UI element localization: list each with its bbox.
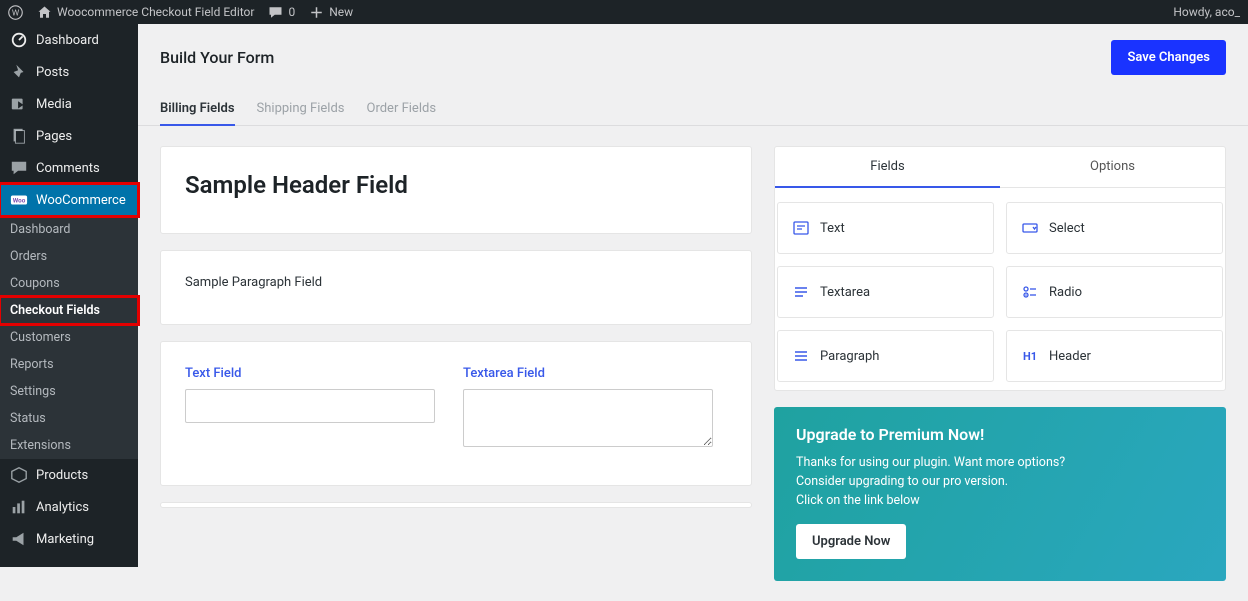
sidebar-item-label: Media [36,97,72,112]
dashboard-icon [10,31,28,49]
promo-line2: Consider upgrading to our pro version. [796,473,1204,492]
text-icon [792,219,810,237]
builder-field-empty[interactable] [160,502,752,508]
tab-billing-fields[interactable]: Billing Fields [160,93,235,126]
promo-line3: Click on the link below [796,492,1204,511]
field-type-label: Select [1049,221,1085,236]
site-title: Woocommerce Checkout Field Editor [57,5,254,19]
tab-order-fields[interactable]: Order Fields [367,93,437,125]
builder-field-header[interactable]: Sample Header Field [160,146,752,234]
home-icon [37,5,52,20]
pin-icon [10,63,28,81]
sidebar-subitem-extensions[interactable]: Extensions [0,432,138,459]
textarea-field-input[interactable] [463,389,713,447]
panel-tab-fields[interactable]: Fields [775,147,1000,188]
plus-icon [309,5,324,20]
sidebar-item-marketing[interactable]: Marketing [0,523,138,555]
sidebar-subitem-reports[interactable]: Reports [0,351,138,378]
sidebar-item-woocommerce[interactable]: Woo WooCommerce [0,184,138,216]
sidebar-subitem-checkout-fields[interactable]: Checkout Fields [0,297,138,324]
sidebar-subitem-orders[interactable]: Orders [0,243,138,270]
select-icon [1021,219,1039,237]
sidebar-item-label: Pages [36,129,72,144]
paragraph-icon [792,347,810,365]
marketing-icon [10,530,28,548]
sidebar-item-label: WooCommerce [36,193,126,208]
upgrade-now-button[interactable]: Upgrade Now [796,524,906,559]
svg-text:W: W [12,8,20,18]
wp-logo-icon[interactable]: W [8,5,23,20]
field-type-label: Radio [1049,285,1082,300]
field-type-label: Text [820,221,845,236]
sidebar-subitem-dashboard[interactable]: Dashboard [0,216,138,243]
builder-field-paragraph[interactable]: Sample Paragraph Field [160,250,752,325]
field-type-label: Header [1049,349,1091,364]
media-icon [10,95,28,113]
comment-icon [268,5,283,20]
comments-count: 0 [288,5,295,19]
sidebar-item-label: Posts [36,65,69,80]
panel-tab-options[interactable]: Options [1000,147,1225,187]
new-link[interactable]: New [309,5,353,20]
sidebar-item-dashboard[interactable]: Dashboard [0,24,138,56]
svg-text:Woo: Woo [13,197,26,205]
save-changes-button[interactable]: Save Changes [1111,40,1226,75]
text-field-input[interactable] [185,389,435,423]
sample-header-text: Sample Header Field [185,171,727,199]
sample-paragraph-text: Sample Paragraph Field [185,275,727,290]
sidebar-item-analytics[interactable]: Analytics [0,491,138,523]
field-type-label: Paragraph [820,349,879,364]
sidebar-item-label: Analytics [36,500,89,515]
comments-link[interactable]: 0 [268,5,295,20]
sidebar-item-pages[interactable]: Pages [0,120,138,152]
sidebar-subitem-settings[interactable]: Settings [0,378,138,405]
sidebar-item-products[interactable]: Products [0,459,138,491]
sidebar-subitem-coupons[interactable]: Coupons [0,270,138,297]
woo-icon: Woo [10,191,28,209]
promo-panel: Upgrade to Premium Now! Thanks for using… [774,407,1226,581]
field-type-label: Textarea [820,285,870,300]
promo-line1: Thanks for using our plugin. Want more o… [796,454,1204,473]
site-link[interactable]: Woocommerce Checkout Field Editor [37,5,254,20]
textarea-icon [792,283,810,301]
products-icon [10,466,28,484]
sidebar-item-label: Products [36,468,88,483]
field-type-header[interactable]: H1 Header [1006,330,1223,382]
field-type-select[interactable]: Select [1006,202,1223,254]
comment-icon [10,159,28,177]
radio-icon [1021,283,1039,301]
sidebar-item-label: Comments [36,161,100,176]
pages-icon [10,127,28,145]
textarea-field-label: Textarea Field [463,366,713,381]
tab-shipping-fields[interactable]: Shipping Fields [257,93,345,125]
text-field-label: Text Field [185,366,435,381]
field-type-textarea[interactable]: Textarea [777,266,994,318]
sidebar-item-media[interactable]: Media [0,88,138,120]
page-title: Build Your Form [160,48,274,67]
sidebar-item-comments[interactable]: Comments [0,152,138,184]
analytics-icon [10,498,28,516]
sidebar-subitem-customers[interactable]: Customers [0,324,138,351]
builder-field-inputs[interactable]: Text Field Textarea Field [160,341,752,486]
howdy-link[interactable]: Howdy, aco_ [1173,5,1240,19]
howdy-text: Howdy, aco_ [1173,5,1240,19]
field-type-text[interactable]: Text [777,202,994,254]
new-label: New [329,5,353,19]
field-type-paragraph[interactable]: Paragraph [777,330,994,382]
header-icon: H1 [1021,347,1039,365]
sidebar-item-label: Dashboard [36,33,99,48]
sidebar-subitem-status[interactable]: Status [0,405,138,432]
promo-title: Upgrade to Premium Now! [796,425,1204,444]
sidebar-item-label: Marketing [36,532,94,547]
sidebar-item-posts[interactable]: Posts [0,56,138,88]
field-type-radio[interactable]: Radio [1006,266,1223,318]
